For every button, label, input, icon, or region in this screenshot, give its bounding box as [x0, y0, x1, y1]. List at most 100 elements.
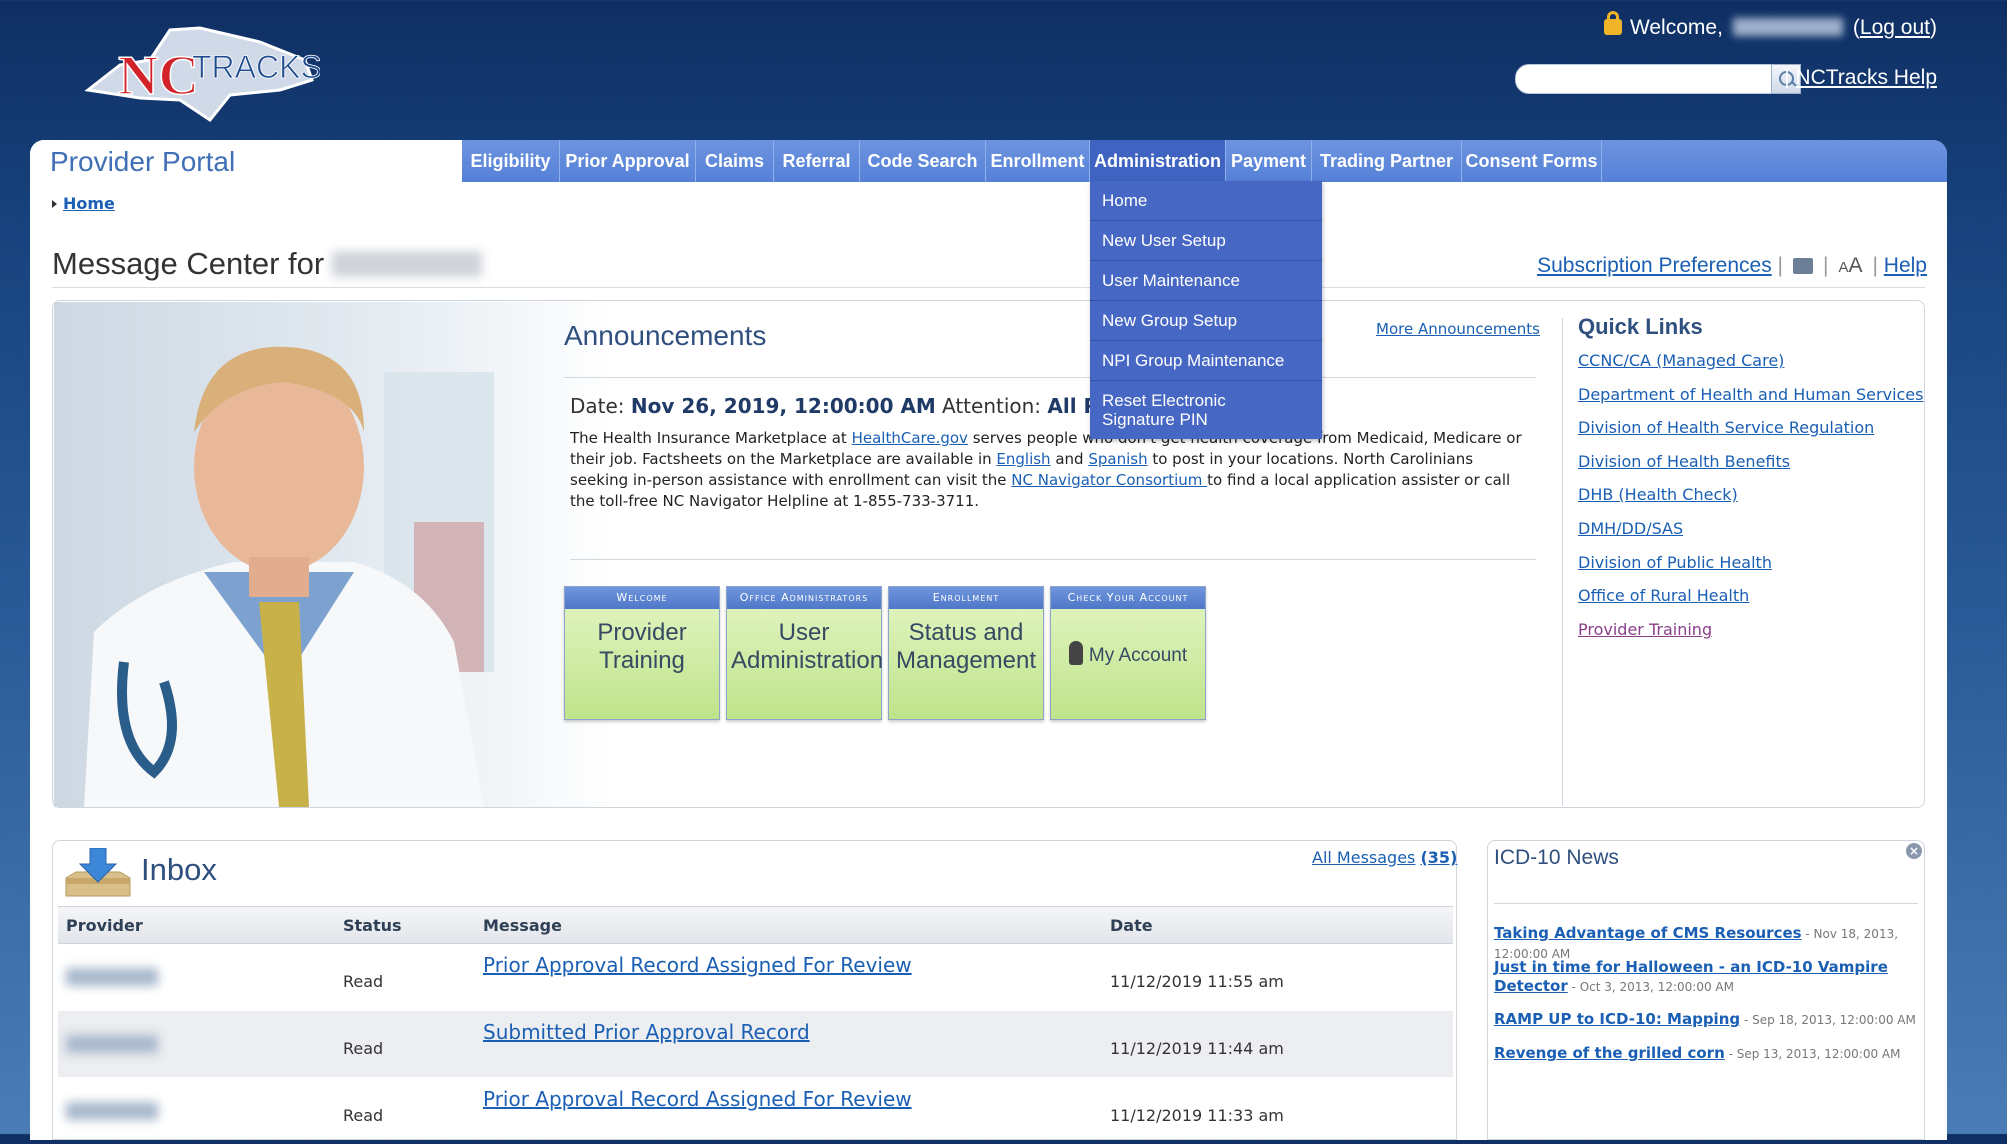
- dropdown-item-npi-group-maintenance[interactable]: NPI Group Maintenance: [1090, 341, 1322, 381]
- icd10-news-title: ICD-10 News: [1494, 846, 1619, 869]
- inbox-tray-icon: [62, 847, 134, 898]
- nav-eligibility[interactable]: Eligibility: [462, 140, 560, 182]
- more-announcements-link[interactable]: More Announcements: [1376, 320, 1540, 338]
- tile-label: Provider Training: [565, 609, 719, 675]
- announcement-date: Date: Nov 26, 2019, 12:00:00 AM: [570, 394, 936, 418]
- logout-link[interactable]: Log out: [1860, 16, 1930, 39]
- text-size-large: A: [1848, 254, 1863, 277]
- spanish-factsheet-link[interactable]: Spanish: [1088, 450, 1147, 468]
- nav-prior-approval[interactable]: Prior Approval: [560, 140, 696, 182]
- quick-link-ccnc[interactable]: CCNC/CA (Managed Care): [1578, 351, 1784, 370]
- provider-redacted: [66, 968, 158, 986]
- subscription-preferences-link[interactable]: Subscription Preferences: [1537, 254, 1772, 277]
- welcome-label: Welcome,: [1629, 16, 1723, 39]
- all-messages-count[interactable]: (35): [1420, 848, 1457, 867]
- message-status: Read: [343, 1039, 384, 1058]
- nav-referral[interactable]: Referral: [774, 140, 860, 182]
- quick-link-dhsr[interactable]: Division of Health Service Regulation: [1578, 418, 1874, 437]
- portal-title: Provider Portal: [50, 146, 236, 177]
- date-value: Nov 26, 2019, 12:00:00 AM: [630, 394, 936, 418]
- nav-administration[interactable]: Administration: [1090, 140, 1226, 182]
- quick-link-dhb[interactable]: Division of Health Benefits: [1578, 452, 1790, 471]
- column-header-status[interactable]: Status: [343, 916, 402, 935]
- tile-label: User Administration: [727, 609, 883, 675]
- body-text: and: [1050, 450, 1089, 468]
- healthcare-gov-link[interactable]: HealthCare.gov: [852, 429, 968, 447]
- nav-payment[interactable]: Payment: [1226, 140, 1312, 182]
- quick-link-health-check[interactable]: DHB (Health Check): [1578, 485, 1738, 504]
- news-link[interactable]: RAMP UP to ICD-10: Mapping: [1494, 1010, 1740, 1028]
- page-title: Message Center for: [52, 246, 483, 282]
- quick-link-provider-training[interactable]: Provider Training: [1578, 620, 1712, 639]
- table-row: Read Prior Approval Record Assigned For …: [58, 1078, 1453, 1144]
- user-name-redacted: [332, 251, 483, 277]
- tile-provider-training[interactable]: Welcome Provider Training: [564, 586, 720, 720]
- column-header-message[interactable]: Message: [483, 916, 562, 935]
- text-size-toggle[interactable]: AA: [1838, 254, 1862, 277]
- welcome-bar: Welcome, (Log out): [1603, 11, 1937, 40]
- news-item: Just in time for Halloween - an ICD-10 V…: [1494, 958, 1920, 997]
- search-input[interactable]: [1515, 64, 1775, 94]
- dropdown-item-new-group-setup[interactable]: New Group Setup: [1090, 301, 1322, 341]
- person-icon: [1068, 641, 1083, 665]
- breadcrumb-home-link[interactable]: Home: [63, 194, 115, 213]
- help-link[interactable]: Help: [1884, 254, 1927, 277]
- nav-code-search[interactable]: Code Search: [860, 140, 986, 182]
- all-messages-label[interactable]: All Messages: [1312, 848, 1415, 867]
- quick-links-divider: [1562, 318, 1563, 806]
- dropdown-item-home[interactable]: Home: [1090, 181, 1322, 221]
- body-text: The Health Insurance Marketplace at: [570, 429, 852, 447]
- page-tools: Subscription Preferences | | AA | Help: [1537, 254, 1927, 277]
- message-status: Read: [343, 972, 384, 991]
- nav-enrollment[interactable]: Enrollment: [986, 140, 1090, 182]
- attention-label: Attention:: [942, 394, 1042, 418]
- close-icon[interactable]: ×: [1906, 843, 1922, 859]
- quick-link-dmh[interactable]: DMH/DD/SAS: [1578, 519, 1683, 538]
- table-row: Read Submitted Prior Approval Record 11/…: [58, 1011, 1453, 1077]
- tile-my-account[interactable]: Check Your Account My Account: [1050, 586, 1206, 720]
- nctracks-logo[interactable]: NC TRACKS: [80, 20, 322, 130]
- news-item: RAMP UP to ICD-10: Mapping - Sep 18, 201…: [1494, 1010, 1920, 1030]
- svg-text:NC: NC: [118, 45, 199, 107]
- quick-links-title: Quick Links: [1578, 314, 1703, 339]
- quick-link-rural-health[interactable]: Office of Rural Health: [1578, 586, 1749, 605]
- inbox-title: Inbox: [141, 852, 217, 887]
- nc-navigator-link[interactable]: NC Navigator Consortium: [1011, 471, 1207, 489]
- message-link[interactable]: Prior Approval Record Assigned For Revie…: [483, 1087, 912, 1111]
- tile-header: Check Your Account: [1051, 587, 1205, 609]
- tile-enrollment-status[interactable]: Enrollment Status and Management: [888, 586, 1044, 720]
- tile-user-administration[interactable]: Office Administrators User Administration: [726, 586, 883, 720]
- nav-consent-forms[interactable]: Consent Forms: [1462, 140, 1602, 182]
- print-icon[interactable]: [1793, 258, 1813, 274]
- dropdown-item-user-maintenance[interactable]: User Maintenance: [1090, 261, 1322, 301]
- news-item: Revenge of the grilled corn - Sep 13, 20…: [1494, 1044, 1920, 1064]
- svg-text:TRACKS: TRACKS: [192, 49, 320, 85]
- english-factsheet-link[interactable]: English: [996, 450, 1050, 468]
- breadcrumb: Home: [52, 194, 115, 213]
- nav-trading-partner[interactable]: Trading Partner: [1312, 140, 1462, 182]
- page-title-text: Message Center for: [52, 246, 325, 281]
- message-link[interactable]: Submitted Prior Approval Record: [483, 1020, 810, 1044]
- main-nav: Eligibility Prior Approval Claims Referr…: [462, 140, 1947, 182]
- date-label: Date:: [570, 394, 625, 418]
- nav-claims[interactable]: Claims: [696, 140, 774, 182]
- column-header-date[interactable]: Date: [1110, 916, 1153, 935]
- quick-link-public-health[interactable]: Division of Public Health: [1578, 553, 1772, 572]
- doctor-photo: [54, 302, 614, 807]
- breadcrumb-arrow-icon: [52, 200, 57, 208]
- announcement-body: The Health Insurance Marketplace at Heal…: [570, 428, 1530, 512]
- nctracks-help-link[interactable]: NCTracks Help: [1795, 66, 1937, 89]
- column-header-provider[interactable]: Provider: [66, 916, 143, 935]
- dropdown-item-new-user-setup[interactable]: New User Setup: [1090, 221, 1322, 261]
- message-date: 11/12/2019 11:33 am: [1110, 1106, 1284, 1125]
- title-divider: [52, 287, 1925, 288]
- tile-label-line: My Account: [1088, 645, 1188, 666]
- quick-link-dhhs[interactable]: Department of Health and Human Services: [1578, 385, 1923, 404]
- news-link[interactable]: Taking Advantage of CMS Resources: [1494, 924, 1802, 942]
- message-link[interactable]: Prior Approval Record Assigned For Revie…: [483, 953, 912, 977]
- news-link[interactable]: Revenge of the grilled corn: [1494, 1044, 1725, 1062]
- text-size-small: A: [1838, 259, 1849, 276]
- tile-label-line: Training: [599, 647, 685, 674]
- dropdown-item-reset-signature-pin[interactable]: Reset Electronic Signature PIN: [1090, 381, 1305, 439]
- all-messages-link[interactable]: All Messages (35): [1312, 848, 1457, 867]
